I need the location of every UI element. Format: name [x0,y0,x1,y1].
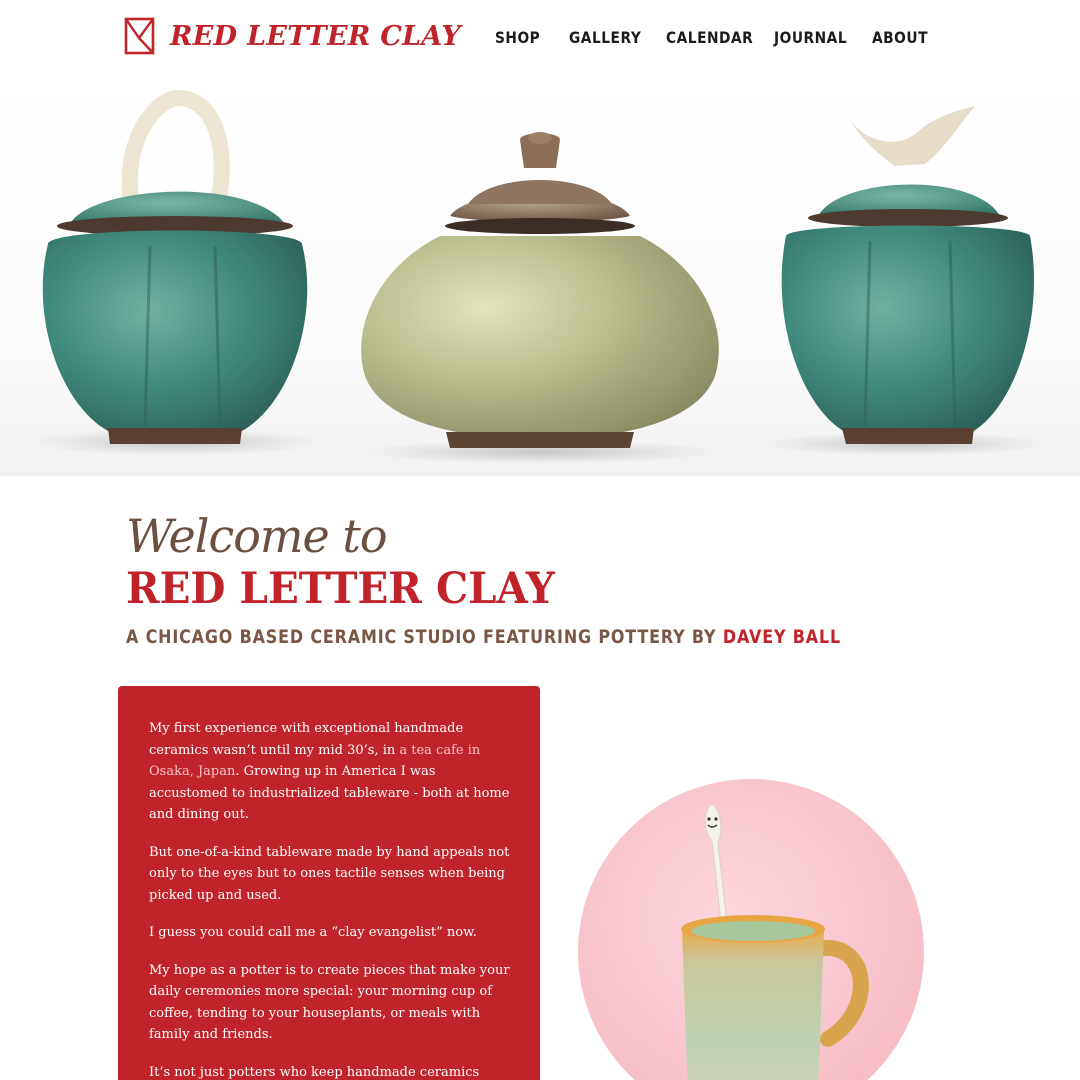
site-header: RED LETTER CLAY SHOP GALLERY CALENDAR JO… [0,0,1080,76]
welcome-title: RED LETTER CLAY [126,564,555,614]
nav-shop[interactable]: SHOP [495,28,540,47]
welcome-section: Welcome to RED LETTER CLAY A CHICAGO BAS… [126,508,977,648]
main-nav: SHOP GALLERY CALENDAR JOURNAL ABOUT [0,28,1080,54]
story-paragraph-2: But one-of-a-kind tableware made by hand… [149,844,510,903]
nav-gallery[interactable]: GALLERY [569,28,641,47]
hero-image [0,76,1080,476]
artist-name: DAVEY BALL [722,626,842,648]
story-paragraph-4: My hope as a potter is to create pieces … [149,962,510,1043]
mug-photo [578,779,924,1080]
nav-about[interactable]: ABOUT [872,28,928,47]
story-card: My first experience with exceptional han… [118,686,540,1080]
ceramic-jars-illustration [25,90,1050,464]
story-paragraph-3: I guess you could call me a “clay evange… [149,925,477,940]
story-paragraph-5: It’s not just potters who keep handmade … [149,1064,480,1080]
nav-journal[interactable]: JOURNAL [774,28,847,47]
tagline-prefix: A CHICAGO BASED CERAMIC STUDIO FEATURING… [126,626,723,648]
tagline: A CHICAGO BASED CERAMIC STUDIO FEATURING… [126,626,841,648]
welcome-intro: Welcome to [126,509,388,563]
mug-with-spoon-illustration [681,803,869,1080]
story-paragraph-1: My first experience with exceptional han… [149,718,510,826]
nav-calendar[interactable]: CALENDAR [666,28,753,47]
